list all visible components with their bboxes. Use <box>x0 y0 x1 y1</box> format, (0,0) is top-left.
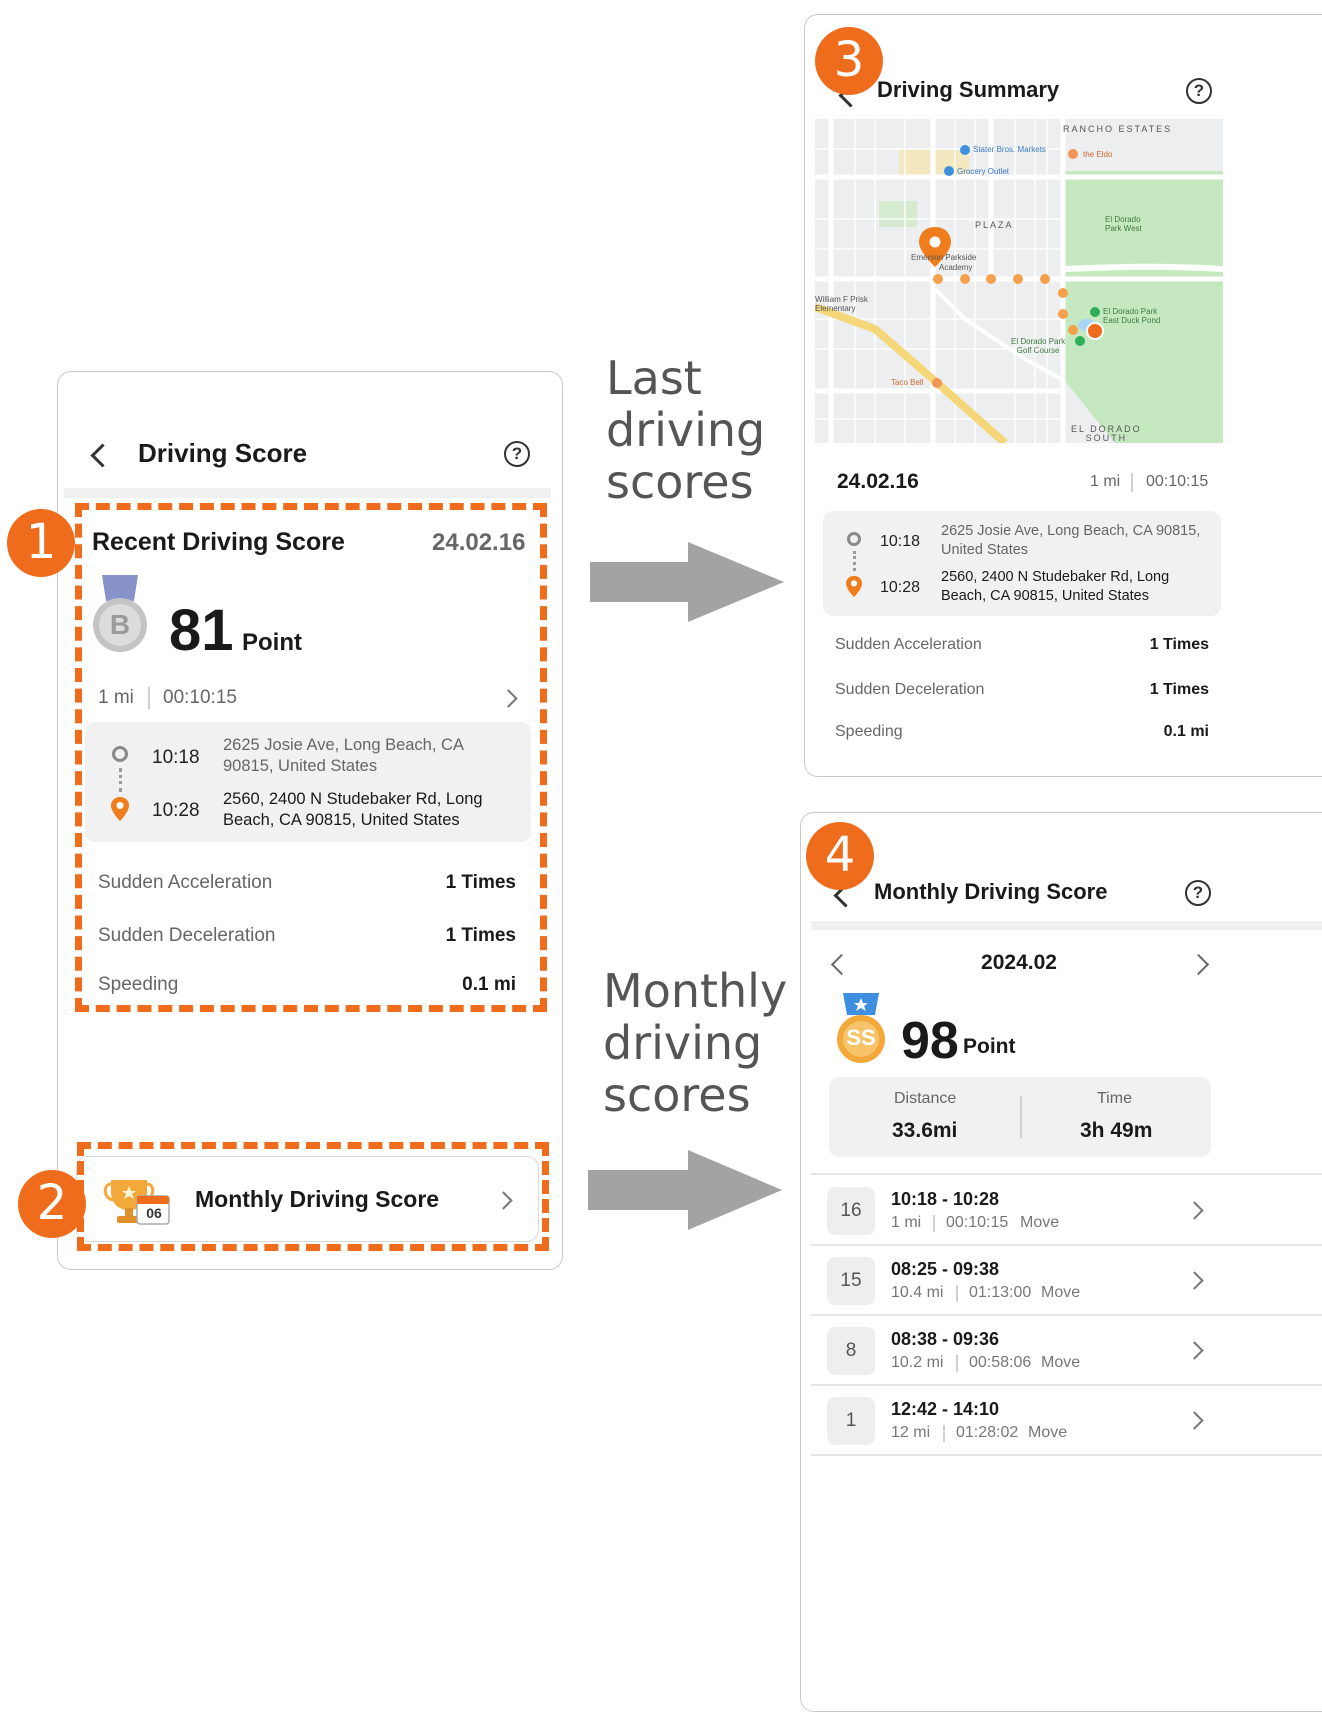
end-time: 10:28 <box>880 579 921 596</box>
map-label: El Dorado Park Golf Course <box>1011 337 1066 355</box>
divider <box>943 1425 945 1442</box>
trip-duration: 00:10:15 <box>1146 473 1209 490</box>
trip-duration: 00:58:06 <box>969 1354 1032 1371</box>
divider <box>1020 1096 1022 1138</box>
map-label: El Dorado Park West <box>1105 215 1142 233</box>
divider <box>1131 473 1133 492</box>
page-title: Driving Summary <box>877 77 1060 102</box>
trip-time-range: 12:42 - 14:10 <box>891 1399 1000 1419</box>
trip-day: 1 <box>827 1397 875 1445</box>
trip-day: 15 <box>827 1257 875 1305</box>
divider <box>933 1215 935 1232</box>
stat-label: Speeding <box>835 723 903 740</box>
stat-value: 1 Times <box>1149 681 1209 698</box>
chevron-right-icon <box>1185 1271 1204 1290</box>
trip-row[interactable]: 16 10:18 - 10:28 1 mi 00:10:15 Move <box>801 1175 1322 1244</box>
next-month-button[interactable] <box>1187 953 1210 976</box>
stat-value: 1 Times <box>1149 636 1209 653</box>
trip-row[interactable]: 1 12:42 - 14:10 12 mi 01:28:02 Move <box>801 1385 1322 1454</box>
trip-row[interactable]: 8 08:38 - 09:36 10.2 mi 00:58:06 Move <box>801 1315 1322 1384</box>
trip-time-range: 08:38 - 09:36 <box>891 1329 1000 1349</box>
score-unit: Point <box>963 1035 1016 1058</box>
map-label: RANCHO ESTATES <box>1063 124 1173 134</box>
prev-month-button[interactable] <box>830 953 853 976</box>
route-dots <box>853 551 858 571</box>
trip-mode: Move <box>1041 1284 1081 1301</box>
highlight-recent-score <box>75 503 547 1012</box>
map-label: PLAZA <box>975 220 1014 230</box>
chevron-right-icon <box>1185 1341 1204 1360</box>
map-label: Stater Bros. Markets <box>973 145 1046 154</box>
trip-time-range: 10:18 - 10:28 <box>891 1189 1000 1209</box>
trip-mode: Move <box>1020 1214 1060 1231</box>
map-label: Academy <box>939 263 973 272</box>
highlight-monthly-button <box>77 1142 549 1251</box>
trip-day: 16 <box>827 1187 875 1235</box>
step-badge-1: 1 <box>7 509 75 577</box>
trip-distance: 10.4 mi <box>891 1284 944 1301</box>
header-divider <box>64 488 551 498</box>
map-label: El Dorado Park East Duck Pond <box>1103 307 1161 325</box>
map-label: EL DORADO SOUTH <box>1071 424 1142 443</box>
chevron-right-icon <box>1185 1201 1204 1220</box>
trip-day: 8 <box>827 1327 875 1375</box>
map-label: William F Prisk Elementary <box>815 295 868 313</box>
trip-duration: 01:13:00 <box>969 1284 1032 1301</box>
start-time: 10:18 <box>880 533 921 550</box>
route-map[interactable] <box>815 119 1223 443</box>
summary-date: 24.02.16 <box>837 470 919 493</box>
arrow-right-icon <box>590 542 784 622</box>
caption-last-driving-scores: Last driving scores <box>606 351 766 509</box>
step-badge-2: 2 <box>18 1170 86 1238</box>
trip-distance: 1 mi <box>891 1214 922 1231</box>
map-label: Emerson Parkside <box>911 253 977 262</box>
end-address: 2560, 2400 N Studebaker Rd, Long Beach, … <box>941 569 1170 604</box>
trip-mode: Move <box>1041 1354 1081 1371</box>
trip-distance: 1 mi <box>1090 473 1121 490</box>
score-value: 98 <box>901 1012 959 1070</box>
divider <box>956 1285 958 1302</box>
month-label: 2024.02 <box>981 951 1057 974</box>
stat-label: Sudden Acceleration <box>835 636 982 653</box>
page-title: Driving Score <box>138 438 308 468</box>
caption-monthly-driving-scores: Monthly driving scores <box>603 964 788 1122</box>
chevron-right-icon <box>1185 1411 1204 1430</box>
time-label: Time <box>1097 1090 1132 1107</box>
start-address: 2625 Josie Ave, Long Beach, CA 90815, Un… <box>941 523 1201 558</box>
map-label: the Eldo <box>1083 150 1113 159</box>
trip-row[interactable]: 15 08:25 - 09:38 10.4 mi 01:13:00 Move <box>801 1245 1322 1314</box>
monthly-driving-score-screen: Monthly Driving Score ? 2024.02 SS 98 Po… <box>800 812 1322 1712</box>
stat-label: Sudden Deceleration <box>835 681 985 698</box>
back-icon[interactable] <box>90 443 115 468</box>
trip-mode: Move <box>1028 1424 1068 1441</box>
grade-letter: SS <box>846 1025 876 1050</box>
trip-distance: 12 mi <box>891 1424 931 1441</box>
arrow-right-icon <box>588 1150 782 1230</box>
location-pin-icon <box>846 575 862 598</box>
help-icon[interactable]: ? <box>1186 78 1212 104</box>
divider <box>956 1355 958 1372</box>
driving-summary-screen: Driving Summary ? RANCHO ESTATES Stater … <box>804 14 1322 777</box>
map-label: Grocery Outlet <box>957 167 1010 176</box>
trip-duration: 01:28:02 <box>956 1424 1019 1441</box>
help-icon[interactable]: ? <box>504 441 530 467</box>
page-title: Monthly Driving Score <box>874 879 1108 904</box>
help-icon[interactable]: ? <box>1185 880 1211 906</box>
map-label: Taco Bell <box>891 378 924 387</box>
start-point-icon <box>847 532 861 546</box>
stat-value: 0.1 mi <box>1163 723 1209 740</box>
trip-distance: 10.2 mi <box>891 1354 944 1371</box>
header-divider <box>811 921 1322 930</box>
trip-duration: 00:10:15 <box>946 1214 1009 1231</box>
distance-label: Distance <box>894 1090 957 1107</box>
step-badge-4: 4 <box>806 822 874 890</box>
divider <box>811 1454 1322 1456</box>
step-badge-3: 3 <box>815 27 883 95</box>
trip-time-range: 08:25 - 09:38 <box>891 1259 1000 1279</box>
distance-value: 33.6mi <box>892 1119 958 1142</box>
time-value: 3h 49m <box>1080 1119 1153 1142</box>
